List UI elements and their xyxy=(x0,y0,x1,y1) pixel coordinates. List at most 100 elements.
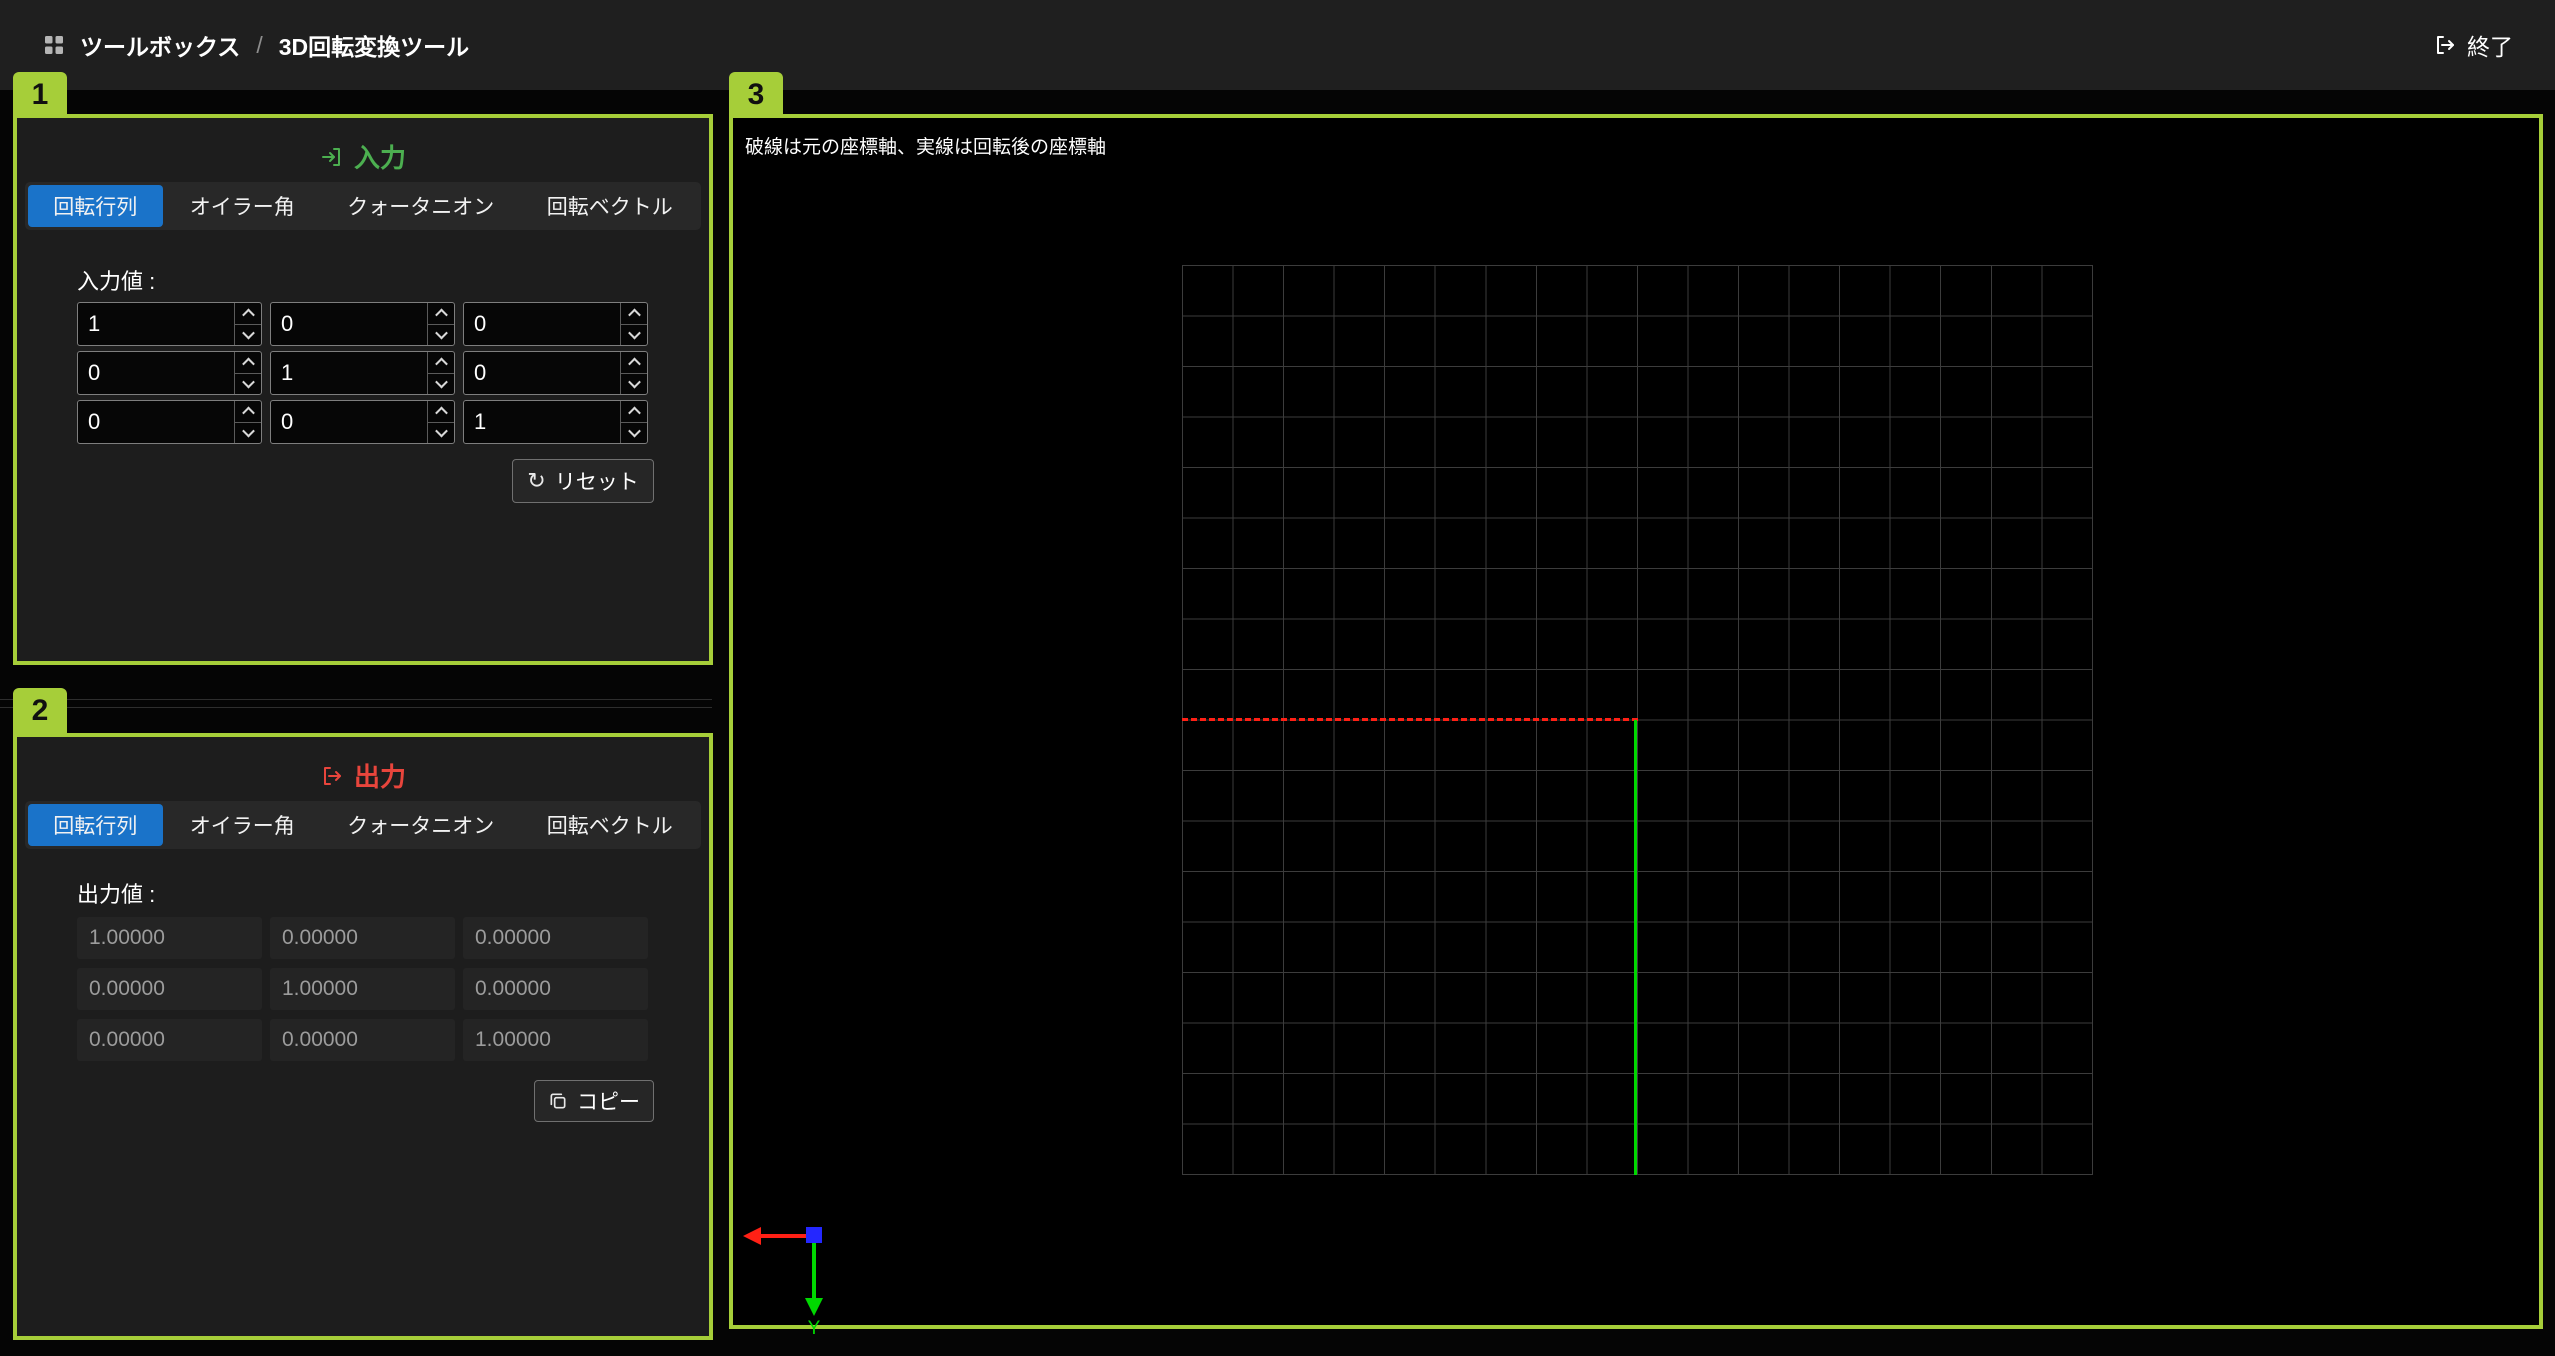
spinner xyxy=(427,303,454,345)
output-tab-rotation-vector[interactable]: 回転ベクトル xyxy=(522,804,699,846)
input-tab-euler-angles[interactable]: オイラー角 xyxy=(165,185,321,227)
gizmo-y-axis xyxy=(812,1236,816,1298)
spinner xyxy=(620,401,647,443)
matrix-input-cell xyxy=(77,400,262,444)
matrix-input-cell xyxy=(77,351,262,395)
exit-button[interactable]: 終了 xyxy=(2433,28,2513,62)
spinner-up-icon[interactable] xyxy=(235,352,261,374)
matrix-input-cell xyxy=(270,351,455,395)
matrix-input-r0c1[interactable] xyxy=(271,303,427,345)
breadcrumb-root[interactable]: ツールボックス xyxy=(80,28,240,62)
region-badge-1: 1 xyxy=(13,72,67,118)
spinner-up-icon[interactable] xyxy=(621,401,647,423)
output-panel: 出力 回転行列 オイラー角 クォータニオン 回転ベクトル 出力値 : 1.000… xyxy=(13,733,713,1340)
exit-icon xyxy=(2433,33,2457,57)
spinner-down-icon[interactable] xyxy=(621,374,647,395)
spinner-up-icon[interactable] xyxy=(428,401,454,423)
matrix-input-r0c2[interactable] xyxy=(464,303,620,345)
spinner-up-icon[interactable] xyxy=(428,303,454,325)
input-tab-rotation-matrix[interactable]: 回転行列 xyxy=(28,185,163,227)
output-format-tabs: 回転行列 オイラー角 クォータニオン 回転ベクトル xyxy=(25,801,701,849)
spinner xyxy=(234,401,261,443)
matrix-input-r2c1[interactable] xyxy=(271,401,427,443)
breadcrumb-current: 3D回転変換ツール xyxy=(279,28,469,62)
output-tab-euler-angles[interactable]: オイラー角 xyxy=(165,804,321,846)
gizmo-y-label: Y xyxy=(803,1318,825,1340)
reset-button[interactable]: ↻ リセット xyxy=(512,459,654,503)
viewport-panel[interactable]: 破線は元の座標軸、実線は回転後の座標軸 Y xyxy=(729,114,2543,1329)
spinner-down-icon[interactable] xyxy=(621,423,647,444)
breadcrumb: ツールボックス / 3D回転変換ツール xyxy=(42,28,469,62)
input-title-label: 入力 xyxy=(354,138,406,175)
apps-grid-icon xyxy=(42,33,66,57)
spinner-up-icon[interactable] xyxy=(235,303,261,325)
output-tab-rotation-matrix[interactable]: 回転行列 xyxy=(28,804,163,846)
matrix-output-r2c2: 1.00000 xyxy=(463,1019,648,1061)
spinner-down-icon[interactable] xyxy=(428,423,454,444)
breadcrumb-separator: / xyxy=(254,32,264,59)
matrix-input-cell xyxy=(270,400,455,444)
copy-button[interactable]: コピー xyxy=(534,1080,654,1122)
input-tab-rotation-vector[interactable]: 回転ベクトル xyxy=(522,185,699,227)
spinner-up-icon[interactable] xyxy=(235,401,261,423)
spinner-down-icon[interactable] xyxy=(621,325,647,346)
gizmo-z-axis-square xyxy=(806,1227,822,1243)
matrix-output-r0c1: 0.00000 xyxy=(270,917,455,959)
panel-divider xyxy=(0,707,712,708)
matrix-input-cell xyxy=(463,302,648,346)
input-tab-quaternion[interactable]: クォータニオン xyxy=(322,185,520,227)
spinner-down-icon[interactable] xyxy=(235,325,261,346)
spinner-down-icon[interactable] xyxy=(428,374,454,395)
matrix-output-r1c2: 0.00000 xyxy=(463,968,648,1010)
y-axis-rotated-line xyxy=(1634,720,1637,1175)
region-badge-3: 3 xyxy=(729,72,783,118)
spinner xyxy=(620,352,647,394)
spinner-down-icon[interactable] xyxy=(235,374,261,395)
matrix-input-r1c2[interactable] xyxy=(464,352,620,394)
input-panel: 入力 回転行列 オイラー角 クォータニオン 回転ベクトル 入力値 : xyxy=(13,114,713,665)
input-format-tabs: 回転行列 オイラー角 クォータニオン 回転ベクトル xyxy=(25,182,701,230)
spinner xyxy=(427,401,454,443)
exit-label: 終了 xyxy=(2467,28,2513,62)
log-out-icon xyxy=(320,764,344,788)
matrix-output-r1c1: 1.00000 xyxy=(270,968,455,1010)
matrix-input-r2c2[interactable] xyxy=(464,401,620,443)
spinner xyxy=(427,352,454,394)
matrix-input-cell xyxy=(463,351,648,395)
log-in-icon xyxy=(320,145,344,169)
panel-divider xyxy=(0,699,712,700)
spinner xyxy=(234,352,261,394)
output-values-label: 出力値 : xyxy=(77,877,155,909)
gizmo-y-arrowhead xyxy=(805,1298,823,1316)
spinner-down-icon[interactable] xyxy=(428,325,454,346)
spinner-up-icon[interactable] xyxy=(621,352,647,374)
spinner-down-icon[interactable] xyxy=(235,423,261,444)
reset-label: リセット xyxy=(555,466,639,496)
output-tab-quaternion[interactable]: クォータニオン xyxy=(322,804,520,846)
matrix-input-r0c0[interactable] xyxy=(78,303,234,345)
copy-label: コピー xyxy=(577,1086,640,1116)
matrix-input-r2c0[interactable] xyxy=(78,401,234,443)
output-panel-title: 出力 xyxy=(17,757,709,794)
input-panel-title: 入力 xyxy=(17,138,709,175)
output-title-label: 出力 xyxy=(354,757,406,794)
reset-icon: ↻ xyxy=(527,468,545,494)
matrix-input-cell xyxy=(270,302,455,346)
matrix-input-r1c0[interactable] xyxy=(78,352,234,394)
spinner xyxy=(234,303,261,345)
output-matrix: 1.00000 0.00000 0.00000 0.00000 1.00000 … xyxy=(77,917,648,1061)
matrix-output-r0c0: 1.00000 xyxy=(77,917,262,959)
matrix-input-cell xyxy=(77,302,262,346)
spinner-up-icon[interactable] xyxy=(428,352,454,374)
spinner-up-icon[interactable] xyxy=(621,303,647,325)
matrix-input-r1c1[interactable] xyxy=(271,352,427,394)
copy-icon xyxy=(548,1091,568,1111)
x-axis-original-dashed-line xyxy=(1182,718,1638,721)
matrix-output-r2c0: 0.00000 xyxy=(77,1019,262,1061)
input-matrix xyxy=(77,302,648,444)
gizmo-x-arrowhead xyxy=(743,1227,761,1245)
matrix-input-cell xyxy=(463,400,648,444)
spinner xyxy=(620,303,647,345)
region-badge-2: 2 xyxy=(13,688,67,734)
matrix-output-r2c1: 0.00000 xyxy=(270,1019,455,1061)
